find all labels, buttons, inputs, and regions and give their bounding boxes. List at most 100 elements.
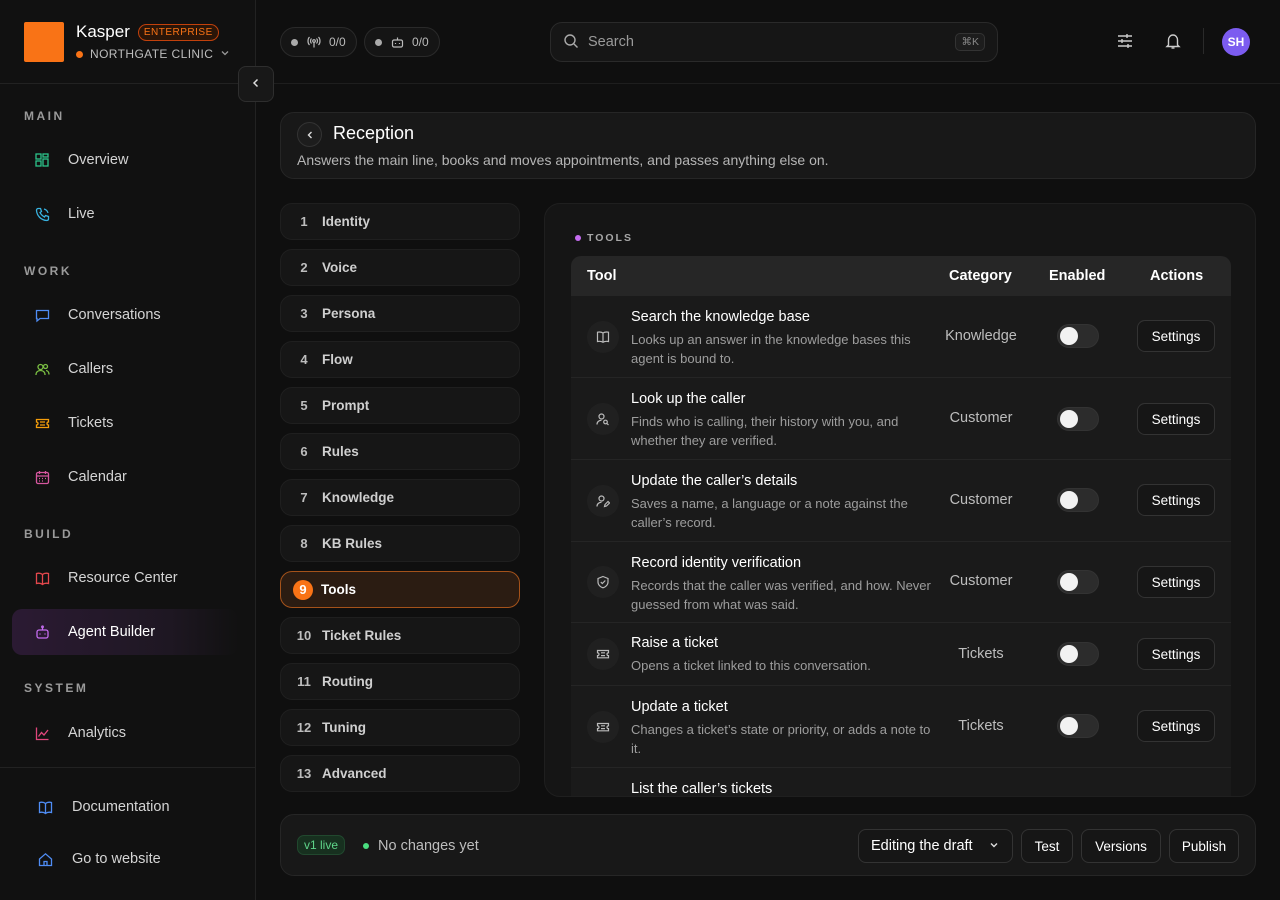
table-row: Raise a ticket Opens a ticket linked to … bbox=[571, 623, 1231, 686]
tool-description: Saves a name, a language or a note again… bbox=[631, 496, 908, 530]
tools-panel: TOOLS Tool Category Enabled Actions Sear… bbox=[544, 203, 1256, 797]
live-calls-counter[interactable]: 0/0 bbox=[280, 27, 357, 57]
grid-icon bbox=[34, 152, 50, 168]
sidebar-item-label: Tickets bbox=[68, 415, 114, 431]
settings-button[interactable]: Settings bbox=[1137, 566, 1215, 598]
org-switcher[interactable]: NORTHGATE CLINIC bbox=[76, 47, 230, 61]
tool-description: Opens a ticket linked to this conversati… bbox=[631, 658, 871, 673]
message-icon bbox=[34, 307, 50, 323]
step-number: 7 bbox=[300, 490, 308, 505]
chevron-left-icon bbox=[250, 76, 262, 92]
step-identity[interactable]: 1 Identity bbox=[280, 203, 520, 240]
versions-button[interactable]: Versions bbox=[1081, 829, 1161, 863]
brand: Kasper ENTERPRISE NORTHGATE CLINIC bbox=[24, 22, 230, 62]
enabled-toggle[interactable] bbox=[1057, 796, 1099, 797]
org-name: NORTHGATE CLINIC bbox=[90, 47, 214, 61]
step-tools[interactable]: 9 Tools bbox=[280, 571, 520, 608]
settings-button[interactable]: Settings bbox=[1137, 320, 1215, 352]
agent-header: Reception Answers the main line, books a… bbox=[280, 112, 1256, 179]
enabled-toggle[interactable] bbox=[1057, 570, 1099, 594]
table-row: List the caller’s tickets bbox=[571, 768, 1231, 797]
tool-name: Look up the caller bbox=[631, 391, 746, 407]
draft-mode-select[interactable]: Editing the draft bbox=[858, 829, 1013, 863]
back-button[interactable] bbox=[297, 122, 322, 147]
column-header-actions: Actions bbox=[1150, 268, 1204, 284]
tool-name: Update a ticket bbox=[631, 699, 728, 715]
agents-counter[interactable]: 0/0 bbox=[364, 27, 440, 57]
step-ticket-rules[interactable]: 10 Ticket Rules bbox=[280, 617, 520, 654]
enabled-toggle[interactable] bbox=[1057, 324, 1099, 348]
step-label: Tuning bbox=[322, 720, 366, 735]
search-input[interactable]: Search ⌘K bbox=[550, 22, 998, 62]
footer-item-website[interactable]: Go to website bbox=[38, 851, 161, 867]
broadcast-icon bbox=[307, 36, 321, 48]
avatar[interactable]: SH bbox=[1222, 28, 1250, 56]
tool-category: Customer bbox=[949, 492, 1013, 508]
step-label: Flow bbox=[322, 352, 353, 367]
step-tuning[interactable]: 12 Tuning bbox=[280, 709, 520, 746]
table-row: Record identity verification Records tha… bbox=[571, 542, 1231, 623]
filters-icon[interactable] bbox=[1115, 31, 1135, 51]
step-kb-rules[interactable]: 8 KB Rules bbox=[280, 525, 520, 562]
sidebar-item-agent-builder[interactable]: Agent Builder bbox=[12, 609, 238, 655]
user-edit-icon bbox=[587, 485, 619, 517]
step-number: 9 bbox=[293, 579, 313, 600]
sidebar-item-calendar[interactable]: Calendar bbox=[12, 454, 238, 500]
step-routing[interactable]: 11 Routing bbox=[280, 663, 520, 700]
step-number: 3 bbox=[300, 306, 308, 321]
step-label: Prompt bbox=[322, 398, 370, 413]
shortcut-hint: ⌘K bbox=[955, 33, 985, 51]
ticket-icon bbox=[587, 638, 619, 670]
tool-description: Changes a ticket’s state or priority, or… bbox=[631, 722, 931, 756]
tool-name: List the caller’s tickets bbox=[631, 781, 773, 797]
step-knowledge[interactable]: 7 Knowledge bbox=[280, 479, 520, 516]
step-label: Tools bbox=[321, 582, 356, 597]
step-prompt[interactable]: 5 Prompt bbox=[280, 387, 520, 424]
sidebar-item-tickets[interactable]: Tickets bbox=[12, 400, 238, 446]
step-voice[interactable]: 2 Voice bbox=[280, 249, 520, 286]
settings-button[interactable]: Settings bbox=[1137, 710, 1215, 742]
settings-button[interactable]: Settings bbox=[1137, 484, 1215, 516]
section-label-main: MAIN bbox=[24, 109, 65, 123]
step-label: Voice bbox=[322, 260, 358, 275]
sidebar-item-resource-center[interactable]: Resource Center bbox=[12, 555, 238, 601]
step-flow[interactable]: 4 Flow bbox=[280, 341, 520, 378]
sidebar-item-label: Agent Builder bbox=[68, 624, 156, 640]
footer-item-label: Go to website bbox=[72, 851, 161, 867]
tool-description: Looks up an answer in the knowledge base… bbox=[631, 332, 911, 366]
enabled-toggle[interactable] bbox=[1057, 488, 1099, 512]
step-number: 4 bbox=[300, 352, 308, 367]
step-number: 11 bbox=[297, 674, 311, 689]
settings-button[interactable]: Settings bbox=[1137, 403, 1215, 435]
sidebar-item-conversations[interactable]: Conversations bbox=[12, 292, 238, 338]
footer-item-documentation[interactable]: Documentation bbox=[38, 799, 170, 815]
step-number: 5 bbox=[300, 398, 308, 413]
tool-name: Search the knowledge base bbox=[631, 309, 810, 325]
collapse-sidebar-button[interactable] bbox=[238, 66, 274, 102]
sidebar-item-overview[interactable]: Overview bbox=[12, 137, 238, 183]
enabled-toggle[interactable] bbox=[1057, 642, 1099, 666]
sidebar-item-live[interactable]: Live bbox=[12, 191, 238, 237]
step-advanced[interactable]: 13 Advanced bbox=[280, 755, 520, 792]
step-number: 6 bbox=[300, 444, 308, 459]
step-number: 8 bbox=[300, 536, 308, 551]
publish-button[interactable]: Publish bbox=[1169, 829, 1239, 863]
enabled-toggle[interactable] bbox=[1057, 714, 1099, 738]
sidebar-item-callers[interactable]: Callers bbox=[12, 346, 238, 392]
sidebar-item-analytics[interactable]: Analytics bbox=[12, 710, 238, 756]
column-header-tool: Tool bbox=[587, 268, 617, 284]
version-badge: v1 live bbox=[297, 835, 346, 855]
change-status: No changes yet bbox=[363, 838, 479, 854]
phone-icon bbox=[34, 206, 50, 222]
status-dot bbox=[375, 38, 382, 46]
test-button[interactable]: Test bbox=[1021, 829, 1073, 863]
enabled-toggle[interactable] bbox=[1057, 407, 1099, 431]
settings-button[interactable]: Settings bbox=[1137, 638, 1215, 670]
step-rules[interactable]: 6 Rules bbox=[280, 433, 520, 470]
bell-icon[interactable] bbox=[1163, 31, 1183, 51]
step-persona[interactable]: 3 Persona bbox=[280, 295, 520, 332]
column-header-enabled: Enabled bbox=[1049, 268, 1106, 284]
bot-icon bbox=[391, 36, 404, 48]
sidebar-item-label: Resource Center bbox=[68, 570, 178, 586]
counter-value: 0/0 bbox=[329, 35, 346, 49]
